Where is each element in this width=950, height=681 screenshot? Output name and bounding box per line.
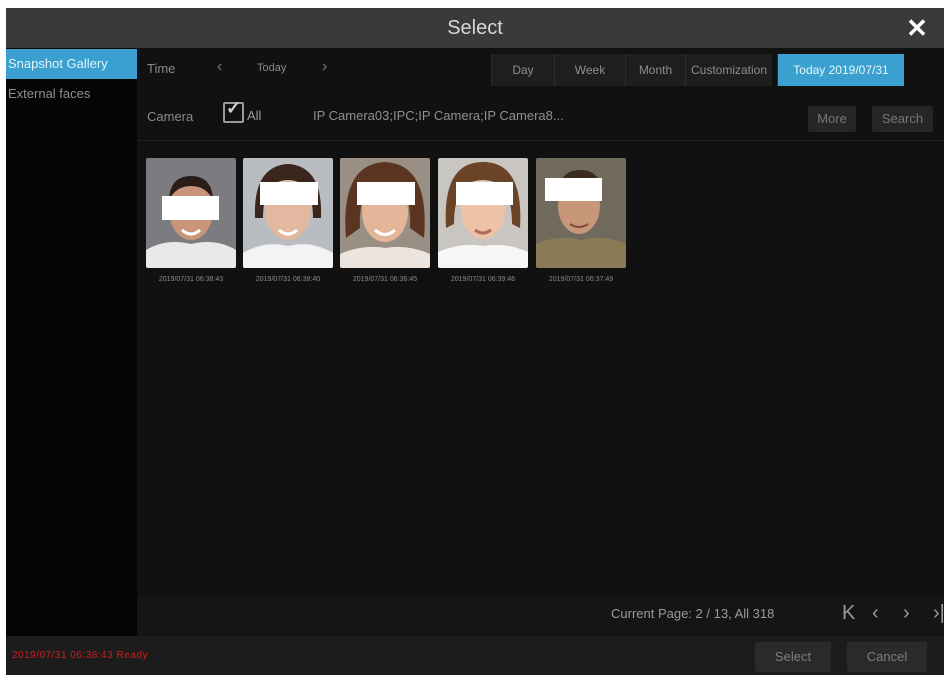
all-cameras-checkbox[interactable]: ✓ [223,98,244,123]
face-snapshot-image [438,158,528,268]
period-segment-group: Day Week Month Customization Today 2019/… [491,54,904,86]
tab-customization[interactable]: Customization [685,54,772,86]
face-privacy-mask [456,182,513,205]
time-label: Time [147,61,176,76]
pagination-bar: Current Page: 2 / 13, All 318 K ‹ › ›| [137,596,944,636]
cancel-button[interactable]: Cancel [847,642,927,672]
snapshot-thumbnail[interactable]: 2019/07/31 06:38:40 [243,158,333,283]
face-privacy-mask [545,178,602,201]
checkmark-icon: ✓ [226,98,242,118]
status-text: 2019/07/31 06:38:43 Ready [12,650,148,661]
sidebar-item-external-faces[interactable]: External faces [6,79,137,109]
tab-today-date[interactable]: Today 2019/07/31 [777,54,904,86]
dialog-title: Select [447,17,503,39]
search-button[interactable]: Search [872,106,933,132]
page-info: Current Page: 2 / 13, All 318 [611,606,775,621]
tab-week[interactable]: Week [554,54,625,86]
time-filter-bar: Time ‹ Today › Day Week Month Customizat… [137,48,944,90]
face-snapshot-image [243,158,333,268]
snapshot-timestamp: 2019/07/31 06:38:40 [255,276,321,283]
first-page-icon[interactable]: K [842,602,855,625]
main-panel: Time ‹ Today › Day Week Month Customizat… [137,48,944,636]
all-cameras-label: All [247,108,262,123]
tab-month[interactable]: Month [625,54,685,86]
prev-page-icon[interactable]: ‹ [872,602,879,625]
selected-cameras-text: IP Camera03;IPC;IP Camera;IP Camera8... [313,108,564,123]
snapshot-thumbnail[interactable]: 2019/07/31 06:36:45 [340,158,430,283]
face-privacy-mask [357,182,415,205]
select-dialog: Select ✕ Snapshot Gallery External faces… [6,8,944,675]
snapshot-timestamp: 2019/07/31 06:37:49 [548,276,614,283]
sidebar: Snapshot Gallery External faces [6,48,137,636]
camera-label: Camera [147,109,194,124]
last-page-icon[interactable]: ›| [933,602,944,625]
snapshot-timestamp: 2019/07/31 06:36:45 [352,276,418,283]
snapshot-thumbnail[interactable]: 2019/07/31 06:39:46 [438,158,528,283]
sidebar-item-snapshot-gallery[interactable]: Snapshot Gallery [6,49,137,79]
select-button[interactable]: Select [755,642,831,672]
close-icon[interactable]: ✕ [900,10,934,46]
tab-day[interactable]: Day [491,54,554,86]
face-privacy-mask [260,182,318,205]
face-privacy-mask [162,196,219,220]
more-button[interactable]: More [808,106,856,132]
face-snapshot-image [536,158,626,268]
next-page-icon[interactable]: › [903,602,910,625]
face-snapshot-image [340,158,430,268]
snapshot-thumbnail[interactable]: 2019/07/31 06:38:43 [146,158,236,283]
camera-filter-bar: Camera ✓ All IP Camera03;IPC;IP Camera;I… [137,90,944,141]
title-bar: Select ✕ [6,8,944,48]
snapshot-timestamp: 2019/07/31 06:39:46 [450,276,516,283]
snapshot-thumbnail[interactable]: 2019/07/31 06:37:49 [536,158,626,283]
chevron-left-icon[interactable]: ‹ [217,58,222,76]
chevron-right-icon[interactable]: › [322,58,327,76]
current-day-label: Today [257,62,287,74]
footer-bar: 2019/07/31 06:38:43 Ready Select Cancel [6,636,944,675]
snapshot-timestamp: 2019/07/31 06:38:43 [158,276,224,283]
